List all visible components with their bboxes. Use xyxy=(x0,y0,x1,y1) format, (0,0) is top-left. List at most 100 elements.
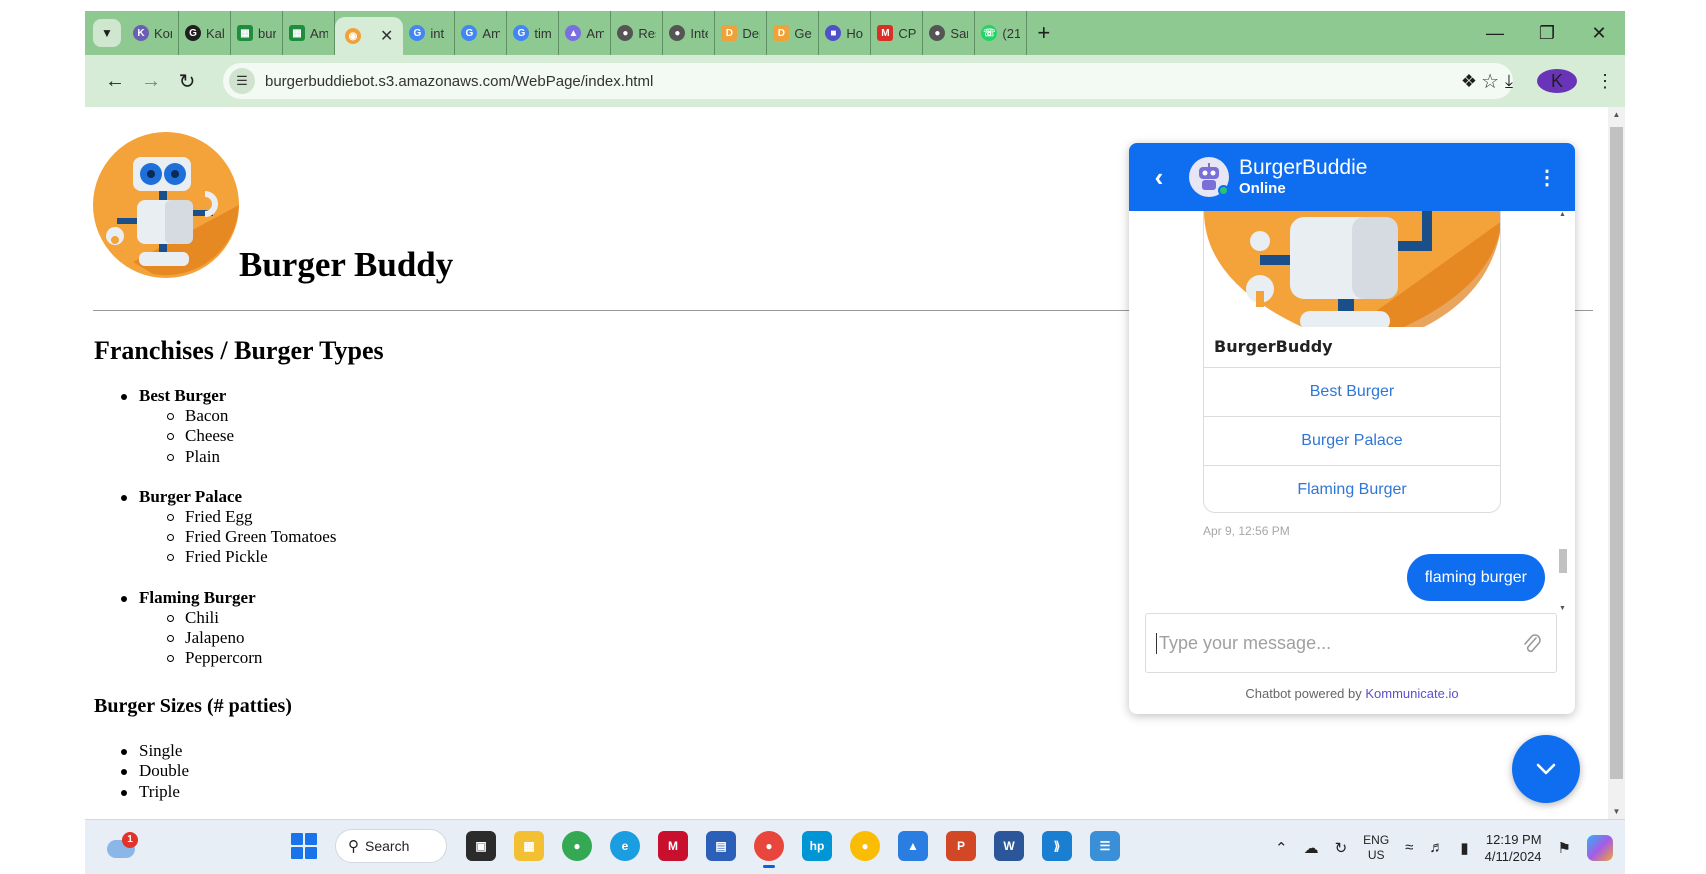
back-arrow-icon[interactable]: ← xyxy=(97,70,133,93)
scroll-up-icon[interactable]: ▲ xyxy=(1559,211,1566,218)
search-label: Search xyxy=(365,838,410,854)
volume-icon[interactable]: ♬ xyxy=(1429,839,1444,856)
chat-scrollbar[interactable]: ▲ ▼ xyxy=(1559,211,1567,612)
sizes-list: Single Double Triple xyxy=(94,741,189,802)
edge-icon[interactable]: e xyxy=(610,831,640,861)
browser-tab[interactable]: G Am xyxy=(455,11,508,55)
wifi-icon[interactable]: ≈ xyxy=(1405,839,1413,856)
browser-tab[interactable]: ▲ Am xyxy=(559,11,612,55)
tab-search-button[interactable]: ▼ xyxy=(93,19,121,47)
quick-reply-burger-palace[interactable]: Burger Palace xyxy=(1204,416,1500,465)
browser-tab[interactable]: DGet xyxy=(767,11,820,55)
chat-back-icon[interactable]: ‹ xyxy=(1129,162,1189,193)
active-tab[interactable]: ◉ ✕ xyxy=(335,17,404,55)
store-icon[interactable]: ▤ xyxy=(706,831,736,861)
burger-type: Fried Egg xyxy=(94,507,336,527)
page-title: Burger Buddy xyxy=(239,245,454,284)
sheet-icon: ▦ xyxy=(289,25,305,41)
message-input[interactable] xyxy=(1156,632,1496,654)
url-text[interactable]: burgerbuddiebot.s3.amazonaws.com/WebPage… xyxy=(265,73,653,90)
size-item: Single xyxy=(94,741,189,761)
chrome-icon[interactable]: ● xyxy=(850,831,880,861)
notepad-icon[interactable]: ☰ xyxy=(1090,831,1120,861)
list-item: Flaming Burger Chili Jalapeno Peppercorn xyxy=(94,588,336,669)
chrome-icon[interactable]: ● xyxy=(754,831,784,868)
notification-bell-icon[interactable]: ⚑ xyxy=(1558,839,1571,857)
page-scrollbar[interactable]: ▲ ▼ xyxy=(1608,107,1625,819)
cube-icon: ▲ xyxy=(565,25,582,41)
photos-icon[interactable]: ▲ xyxy=(898,831,928,861)
browser-tab[interactable]: ☏ (21 xyxy=(975,11,1028,55)
chrome-icon[interactable]: ● xyxy=(562,831,592,861)
vscode-icon[interactable]: ⟫ xyxy=(1042,831,1072,861)
weather-widget[interactable]: 1 xyxy=(107,832,138,858)
mcafee-icon[interactable]: M xyxy=(658,831,688,861)
browser-tab[interactable]: ●San xyxy=(923,11,976,55)
minimize-icon[interactable]: — xyxy=(1469,23,1521,44)
myhp-icon[interactable]: hp xyxy=(802,831,832,861)
quick-reply-flaming-burger[interactable]: Flaming Burger xyxy=(1204,465,1500,512)
sync-icon[interactable]: ↻ xyxy=(1335,839,1348,857)
browser-tab[interactable]: ▦ bur xyxy=(231,11,283,55)
browser-tab[interactable]: ▦ Am xyxy=(283,11,335,55)
bot-status: Online xyxy=(1239,180,1286,197)
browser-tab[interactable]: ●Inte xyxy=(663,11,716,55)
notification-badge: 1 xyxy=(122,832,138,848)
copilot-icon[interactable] xyxy=(1587,834,1613,861)
card-title: BurgerBuddy xyxy=(1214,337,1333,356)
browser-tab[interactable]: MCPS xyxy=(871,11,924,55)
address-bar[interactable]: ☰ burgerbuddiebot.s3.amazonaws.com/WebPa… xyxy=(223,63,1513,99)
search-icon: ⚲ xyxy=(348,838,359,855)
attachment-icon[interactable] xyxy=(1522,632,1542,656)
close-window-icon[interactable]: ✕ xyxy=(1573,23,1625,44)
clock[interactable]: 12:19 PM 4/11/2024 xyxy=(1485,831,1542,865)
battery-icon[interactable]: ▮ xyxy=(1460,839,1468,857)
profile-avatar[interactable]: K xyxy=(1537,69,1577,93)
scrollbar-thumb[interactable] xyxy=(1610,127,1623,779)
tab-list: KKon GKal ▦bur ▦Am ◉ ✕ Gint GAm Gtim ▲Am… xyxy=(127,11,1050,55)
word-icon[interactable]: W xyxy=(994,831,1024,861)
quick-reply-best-burger[interactable]: Best Burger xyxy=(1204,367,1500,416)
taskbar-search[interactable]: ⚲ Search xyxy=(335,829,447,863)
show-hidden-icons-icon[interactable]: ⌃ xyxy=(1275,839,1288,857)
chevron-down-icon xyxy=(1536,763,1556,775)
scroll-down-icon[interactable]: ▼ xyxy=(1608,807,1625,816)
start-button[interactable] xyxy=(291,833,317,859)
user-message-bubble: flaming burger xyxy=(1406,554,1545,601)
language-indicator[interactable]: ENG US xyxy=(1363,833,1389,863)
browser-tab[interactable]: Gtim xyxy=(507,11,560,55)
chevron-down-icon: ▼ xyxy=(101,26,113,40)
taskbar-apps: ⚲ Search ▣ ▦ ● e M ▤ ● hp ● ▲ P W ⟫ ☰ xyxy=(291,829,1129,868)
browser-tab[interactable]: ■ Ho xyxy=(819,11,872,55)
restore-icon[interactable]: ❐ xyxy=(1521,23,1573,44)
kommunicate-link[interactable]: Kommunicate.io xyxy=(1365,686,1458,701)
scrollbar-thumb[interactable] xyxy=(1559,549,1567,573)
browser-tab[interactable]: G Kal xyxy=(179,11,231,55)
browser-tab[interactable]: KKon xyxy=(127,11,179,55)
powerpoint-icon[interactable]: P xyxy=(946,831,976,861)
system-tray: ⌃ ☁ ↻ ENG US ≈ ♬ ▮ 12:19 PM 4/11/2024 ⚑ xyxy=(1267,820,1625,874)
reload-icon[interactable]: ↻ xyxy=(169,69,205,94)
github-icon: G xyxy=(185,25,201,41)
close-tab-icon[interactable]: ✕ xyxy=(380,26,393,46)
task-view-icon[interactable]: ▣ xyxy=(466,831,496,861)
scroll-up-icon[interactable]: ▲ xyxy=(1608,110,1625,119)
chat-menu-icon[interactable]: ⋮ xyxy=(1537,165,1557,190)
forward-arrow-icon[interactable]: → xyxy=(133,70,169,93)
chat-toggle-button[interactable] xyxy=(1512,735,1580,803)
new-tab-icon[interactable]: + xyxy=(1037,20,1050,46)
browser-tab[interactable]: Gint xyxy=(403,11,456,55)
kebab-menu-icon[interactable]: ⋮ xyxy=(1585,71,1625,92)
scroll-down-icon[interactable]: ▼ xyxy=(1559,605,1566,612)
browser-tab[interactable]: DDep xyxy=(715,11,768,55)
list-item: Burger Palace Fried Egg Fried Green Toma… xyxy=(94,487,336,568)
download-icon[interactable]: ⤓ xyxy=(1489,71,1529,92)
onedrive-icon[interactable]: ☁ xyxy=(1304,839,1319,857)
gmail-icon: M xyxy=(877,25,894,41)
site-info-icon[interactable]: ☰ xyxy=(229,68,255,94)
tab-strip: ▼ KKon GKal ▦bur ▦Am ◉ ✕ Gint GAm Gtim ▲… xyxy=(85,11,1625,55)
file-explorer-icon[interactable]: ▦ xyxy=(514,831,544,861)
browser-tab[interactable]: ●Res xyxy=(611,11,664,55)
sheet-icon: ▦ xyxy=(237,25,253,41)
extensions-icon[interactable]: ❖ xyxy=(1449,71,1489,92)
